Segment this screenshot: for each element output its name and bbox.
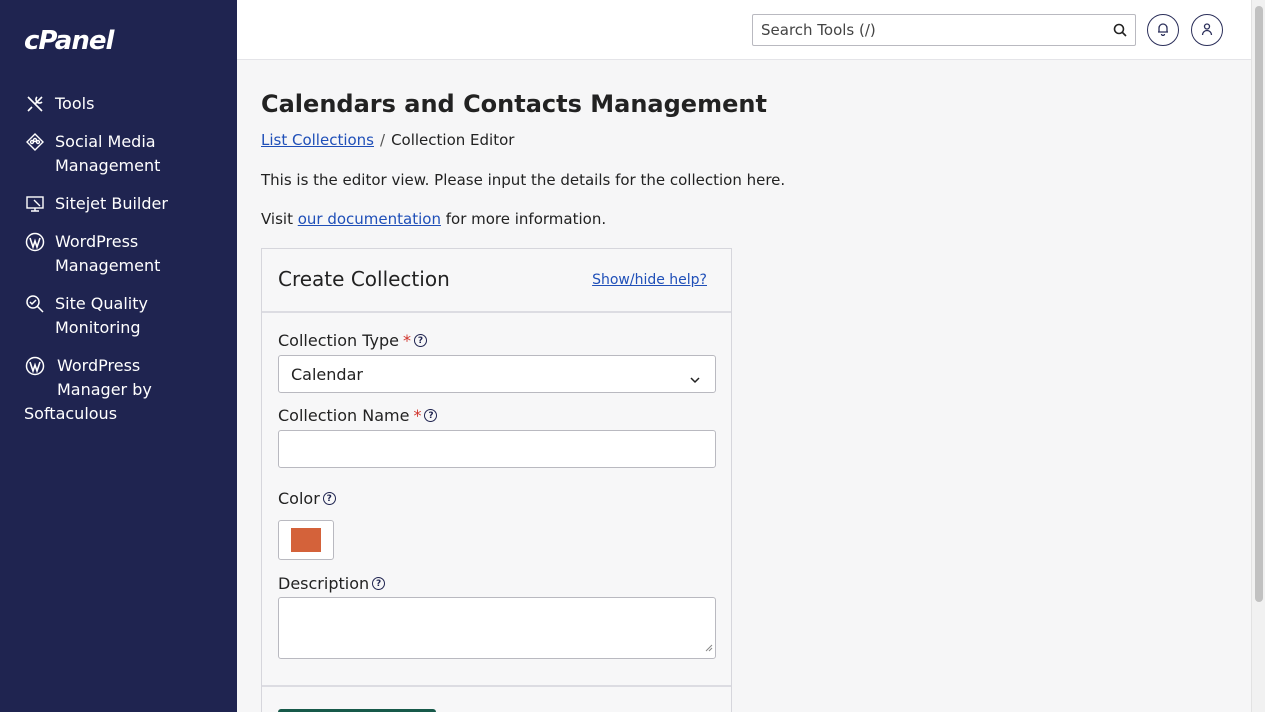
sidebar-item-label: WordPress: [57, 356, 141, 375]
breadcrumb-link-list-collections[interactable]: List Collections: [261, 131, 374, 149]
bell-icon: [1156, 21, 1170, 40]
card-title: Create Collection: [278, 267, 450, 291]
sidebar-nav: Tools Social Media Management Sitejet Bu…: [0, 92, 237, 440]
social-media-icon: [24, 131, 46, 153]
required-mark: *: [402, 331, 411, 350]
sidebar-item-label: Site Quality Monitoring: [55, 294, 148, 337]
sidebar-item-wordpress-softaculous[interactable]: WordPress Manager by Softaculous: [0, 354, 237, 426]
scrollbar-thumb[interactable]: [1255, 6, 1263, 602]
card-footer-divider: [262, 685, 731, 687]
search-icon[interactable]: [1105, 15, 1135, 45]
show-hide-help-link[interactable]: Show/hide help?: [592, 272, 707, 288]
tools-icon: [24, 93, 46, 115]
help-icon[interactable]: ?: [322, 492, 336, 505]
user-icon: [1200, 21, 1214, 40]
resize-handle-icon[interactable]: [705, 637, 713, 656]
page-title: Calendars and Contacts Management: [261, 90, 767, 118]
wordpress-icon: [24, 355, 46, 377]
collection-type-label: Collection Type *?: [278, 331, 427, 350]
color-swatch: [291, 528, 321, 552]
help-icon[interactable]: ?: [424, 409, 438, 422]
search-box: [752, 14, 1136, 46]
sidebar-item-label: Softaculous: [24, 404, 118, 423]
user-menu-button[interactable]: [1191, 14, 1223, 46]
field-label-text: Description: [278, 574, 370, 593]
top-header: [237, 0, 1251, 60]
create-collection-card: Create Collection Show/hide help? Collec…: [261, 248, 732, 712]
color-picker-button[interactable]: [278, 520, 334, 560]
visit-prefix: Visit: [261, 210, 298, 228]
sidebar-item-label: Sitejet Builder: [55, 194, 168, 213]
help-icon[interactable]: ?: [372, 577, 386, 590]
help-icon[interactable]: ?: [413, 334, 427, 347]
card-header: Create Collection Show/hide help?: [262, 249, 731, 313]
collection-name-label: Collection Name *?: [278, 406, 438, 425]
sitejet-icon: [24, 193, 46, 215]
breadcrumb-current: Collection Editor: [391, 131, 515, 149]
page-scrollbar[interactable]: [1251, 0, 1265, 712]
field-label-text: Collection Name: [278, 406, 410, 425]
sidebar-item-label: WordPress Management: [55, 232, 161, 275]
sidebar-item-label: Tools: [55, 94, 95, 113]
collection-type-select[interactable]: Calendar: [278, 355, 716, 393]
documentation-link[interactable]: our documentation: [298, 210, 441, 228]
sidebar-item-site-quality[interactable]: Site Quality Monitoring: [0, 292, 237, 340]
sidebar-item-label: Social Media Management: [55, 132, 161, 175]
collection-name-input[interactable]: [278, 430, 716, 468]
description-label: Description?: [278, 574, 386, 593]
field-label-text: Collection Type: [278, 331, 399, 350]
sidebar-item-sitejet[interactable]: Sitejet Builder: [0, 192, 237, 216]
sidebar-item-tools[interactable]: Tools: [0, 92, 237, 116]
visit-suffix: for more information.: [440, 210, 607, 228]
breadcrumb: List Collections / Collection Editor: [261, 131, 514, 149]
breadcrumb-separator: /: [380, 131, 386, 149]
select-value: Calendar: [291, 364, 363, 384]
sidebar: cPanel Tools Social Media Management Sit…: [0, 0, 237, 712]
documentation-note: Visit our documentation for more informa…: [261, 210, 606, 228]
search-input[interactable]: [753, 15, 1105, 45]
description-textarea[interactable]: [278, 597, 716, 659]
sidebar-item-label: Manager by: [57, 380, 152, 399]
required-mark: *: [413, 406, 422, 425]
cpanel-logo[interactable]: cPanel: [24, 26, 114, 56]
field-label-text: Color: [278, 489, 320, 508]
color-label: Color?: [278, 489, 336, 508]
page-description: This is the editor view. Please input th…: [261, 171, 786, 189]
wordpress-icon: [24, 231, 46, 253]
sidebar-item-wordpress[interactable]: WordPress Management: [0, 230, 237, 278]
notifications-button[interactable]: [1147, 14, 1179, 46]
chevron-down-icon: [689, 369, 701, 388]
sidebar-item-social-media[interactable]: Social Media Management: [0, 130, 237, 178]
site-quality-icon: [24, 293, 46, 315]
